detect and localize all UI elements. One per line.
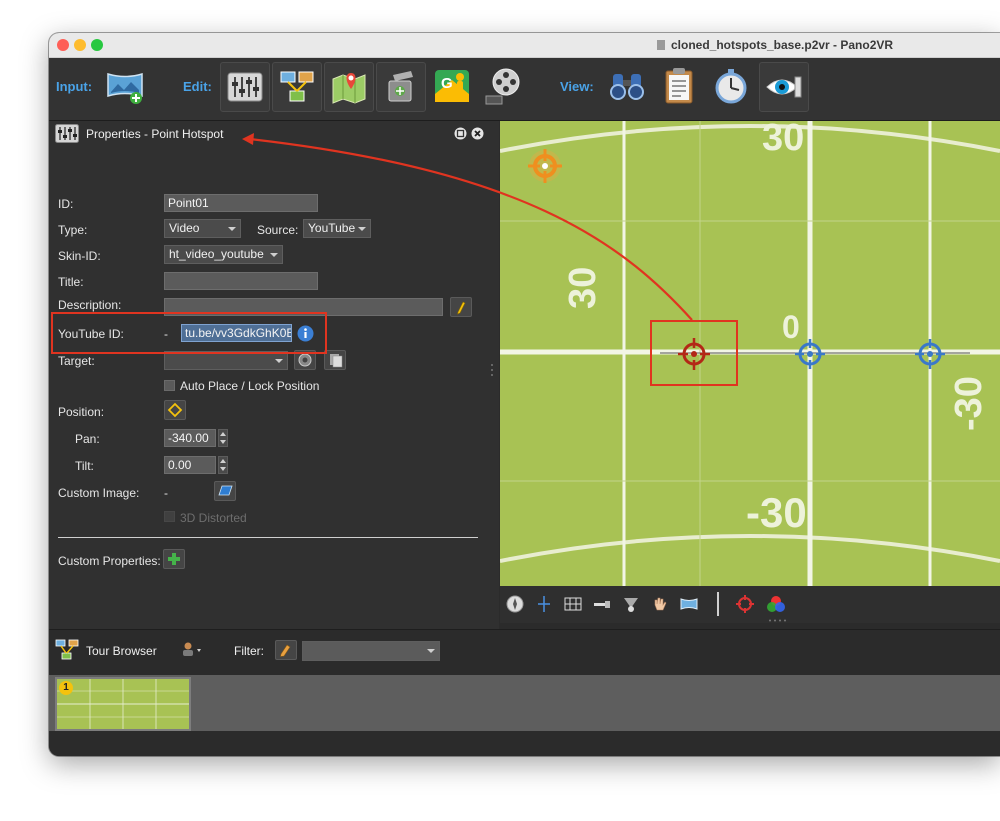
annotation-arrow xyxy=(242,133,693,321)
